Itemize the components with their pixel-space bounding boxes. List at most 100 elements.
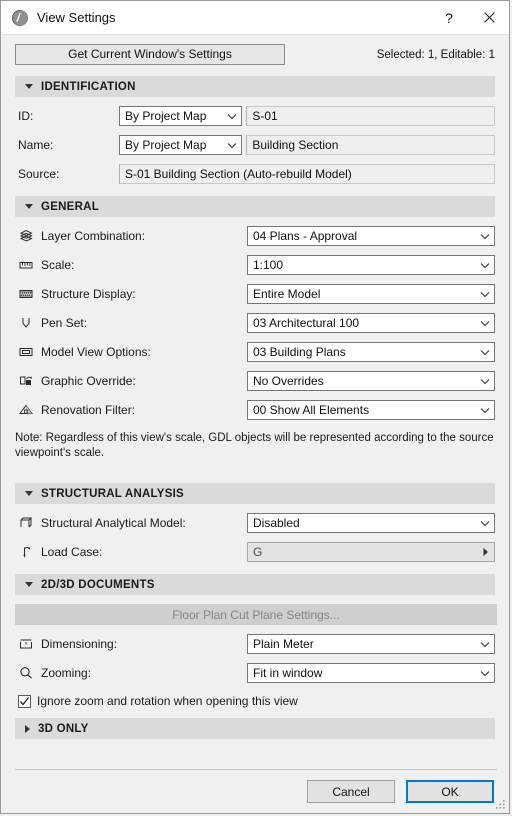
ignore-zoom-rotation-checkbox-row[interactable]: Ignore zoom and rotation when opening th…	[15, 694, 495, 708]
structure-icon	[18, 286, 34, 302]
layer-combination-value: 04 Plans - Approval	[253, 229, 358, 243]
archicad-icon	[11, 9, 29, 27]
dialog-footer: Cancel OK	[1, 769, 509, 813]
dimension-icon	[18, 636, 34, 652]
name-value: Building Section	[252, 138, 339, 152]
row-dimensioning: Dimensioning: Plain Meter	[15, 634, 495, 654]
section-title-identification: IDENTIFICATION	[41, 80, 136, 93]
cancel-button[interactable]: Cancel	[307, 780, 395, 803]
source-value: S-01 Building Section (Auto-rebuild Mode…	[125, 167, 352, 181]
label-load-case: Load Case:	[41, 545, 103, 559]
section-header-general[interactable]: GENERAL	[15, 196, 495, 217]
row-scale: Scale: 1:100	[15, 255, 495, 275]
graphic-override-icon	[18, 373, 34, 389]
id-input[interactable]: S-01	[246, 106, 495, 126]
model-view-options-dropdown[interactable]: 03 Building Plans	[247, 342, 495, 362]
section-header-2d3d-documents[interactable]: 2D/3D DOCUMENTS	[15, 574, 495, 595]
load-case-flyout[interactable]: G	[247, 542, 495, 562]
label-dimensioning-container: Dimensioning:	[15, 636, 247, 652]
magnifier-icon	[18, 665, 34, 681]
chevron-down-icon	[223, 113, 241, 120]
label-source: Source:	[18, 167, 60, 181]
close-icon	[483, 12, 495, 23]
load-case-value: G	[253, 545, 263, 559]
toolbar-row: Get Current Window's Settings Selected: …	[15, 44, 495, 65]
help-button[interactable]: ?	[429, 2, 469, 34]
ok-button[interactable]: OK	[406, 780, 494, 803]
label-name-container: Name:	[15, 138, 119, 152]
section-header-3d-only[interactable]: 3D ONLY	[15, 718, 495, 739]
label-renovation-filter: Renovation Filter:	[41, 403, 136, 417]
checkbox-icon[interactable]	[18, 694, 31, 708]
name-input[interactable]: Building Section	[246, 135, 495, 155]
structural-analytical-model-value: Disabled	[253, 516, 300, 530]
renovation-filter-value: 00 Show All Elements	[253, 403, 370, 417]
label-structural-analytical-model: Structural Analytical Model:	[41, 516, 186, 530]
chevron-down-icon	[25, 204, 33, 209]
zooming-dropdown[interactable]: Fit in window	[247, 663, 495, 683]
row-layer-combination: Layer Combination: 04 Plans - Approval	[15, 226, 495, 246]
general-note: Note: Regardless of this view's scale, G…	[15, 432, 494, 459]
chevron-down-icon	[476, 407, 494, 414]
pen-set-dropdown[interactable]: 03 Architectural 100	[247, 313, 495, 333]
layer-combination-dropdown[interactable]: 04 Plans - Approval	[247, 226, 495, 246]
view-settings-dialog: View Settings ? Get Current Window's Set…	[0, 0, 510, 814]
section-title-general: GENERAL	[41, 200, 99, 213]
window-title: View Settings	[37, 10, 116, 25]
load-case-icon	[18, 544, 34, 560]
label-model-view-options: Model View Options:	[41, 345, 151, 359]
graphic-override-dropdown[interactable]: No Overrides	[247, 371, 495, 391]
help-icon: ?	[445, 9, 453, 26]
structural-analytical-model-dropdown[interactable]: Disabled	[247, 513, 495, 533]
chevron-down-icon	[25, 84, 33, 89]
row-pen-set: Pen Set: 03 Architectural 100	[15, 313, 495, 333]
resize-grip-icon[interactable]	[495, 799, 506, 810]
label-dimensioning: Dimensioning:	[41, 637, 118, 651]
id-source-dropdown[interactable]: By Project Map	[119, 106, 243, 126]
title-bar: View Settings ?	[1, 1, 509, 35]
row-source: Source: S-01 Building Section (Auto-rebu…	[15, 164, 495, 184]
scale-dropdown[interactable]: 1:100	[247, 255, 495, 275]
row-renovation-filter: Renovation Filter: 00 Show All Elements	[15, 400, 495, 420]
pen-set-value: 03 Architectural 100	[253, 316, 360, 330]
chevron-right-icon	[25, 724, 30, 733]
label-structure-display: Structure Display:	[41, 287, 136, 301]
label-layer-combination-container: Layer Combination:	[15, 228, 247, 244]
label-id-container: ID:	[15, 109, 119, 123]
chevron-right-icon	[476, 547, 494, 557]
label-graphic-override-container: Graphic Override:	[15, 373, 247, 389]
row-structural-analytical-model: Structural Analytical Model: Disabled	[15, 513, 495, 533]
chevron-down-icon	[25, 491, 33, 496]
renovation-icon	[18, 402, 34, 418]
chevron-down-icon	[476, 262, 494, 269]
section-title-structural-analysis: STRUCTURAL ANALYSIS	[41, 487, 184, 500]
structure-display-dropdown[interactable]: Entire Model	[247, 284, 495, 304]
label-pen-set: Pen Set:	[41, 316, 88, 330]
zooming-value: Fit in window	[253, 666, 323, 680]
label-model-view-options-container: Model View Options:	[15, 344, 247, 360]
selection-info: Selected: 1, Editable: 1	[376, 48, 495, 61]
section-header-identification[interactable]: IDENTIFICATION	[15, 76, 495, 97]
close-button[interactable]	[469, 2, 509, 34]
section-header-structural-analysis[interactable]: STRUCTURAL ANALYSIS	[15, 483, 495, 504]
floor-plan-cut-plane-settings-button[interactable]: Floor Plan Cut Plane Settings...	[15, 604, 497, 625]
name-source-dropdown[interactable]: By Project Map	[119, 135, 243, 155]
section-title-3d-only: 3D ONLY	[38, 722, 89, 735]
chevron-down-icon	[476, 520, 494, 527]
scale-value: 1:100	[253, 258, 284, 272]
dimensioning-dropdown[interactable]: Plain Meter	[247, 634, 495, 654]
label-renovation-filter-container: Renovation Filter:	[15, 402, 247, 418]
chevron-down-icon	[476, 378, 494, 385]
row-id: ID: By Project Map S-01	[15, 106, 495, 126]
chevron-down-icon	[223, 142, 241, 149]
renovation-filter-dropdown[interactable]: 00 Show All Elements	[247, 400, 495, 420]
id-value: S-01	[252, 109, 278, 123]
label-zooming-container: Zooming:	[15, 665, 247, 681]
id-source-value: By Project Map	[125, 109, 207, 123]
get-current-window-settings-button[interactable]: Get Current Window's Settings	[15, 44, 285, 65]
label-pen-set-container: Pen Set:	[15, 315, 247, 331]
label-source-container: Source:	[15, 167, 119, 181]
ruler-icon	[18, 257, 34, 273]
chevron-down-icon	[476, 291, 494, 298]
chevron-down-icon	[476, 349, 494, 356]
